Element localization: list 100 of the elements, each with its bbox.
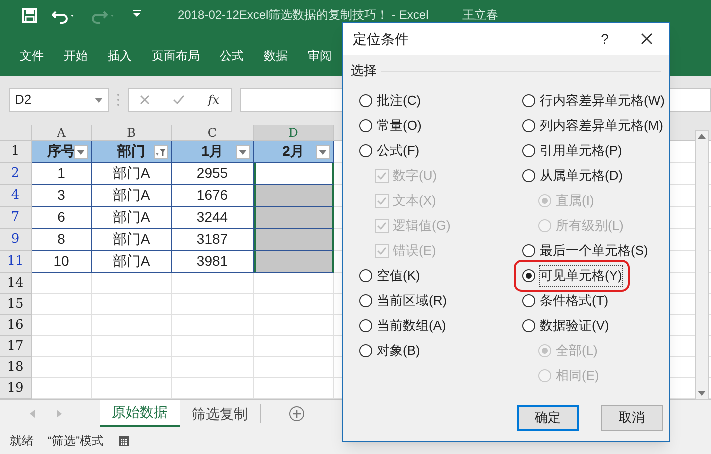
empty-cell[interactable] [254, 273, 334, 294]
radio-button[interactable] [359, 144, 373, 158]
scroll-up-icon[interactable] [698, 134, 706, 139]
vertical-scrollbar[interactable] [695, 130, 709, 400]
save-icon[interactable] [22, 8, 38, 24]
column-header[interactable]: B [92, 125, 172, 140]
scroll-down-icon[interactable] [698, 391, 706, 396]
option-label[interactable]: 公式(F) [377, 141, 420, 161]
previous-sheet-icon[interactable] [30, 410, 35, 418]
empty-cell[interactable] [92, 315, 172, 336]
macro-recording-icon[interactable] [118, 435, 130, 447]
column-header[interactable]: A [32, 125, 92, 140]
empty-cell[interactable] [254, 294, 334, 315]
ribbon-tab[interactable]: 文件 [20, 47, 44, 65]
radio-button[interactable] [522, 94, 536, 108]
ribbon-tab[interactable]: 数据 [264, 47, 288, 65]
empty-cell[interactable] [172, 357, 254, 378]
ribbon-tab[interactable]: 审阅 [308, 47, 332, 65]
dialog-button[interactable]: 确定 [517, 405, 579, 431]
row-header[interactable]: 7 [0, 207, 32, 229]
option-label[interactable]: 对象(B) [377, 341, 420, 361]
row-header[interactable]: 9 [0, 229, 32, 251]
radio-button[interactable] [522, 144, 536, 158]
option-label[interactable]: 批注(C) [377, 91, 422, 111]
row-header[interactable]: 16 [0, 315, 32, 336]
option-label[interactable]: 引用单元格(P) [540, 141, 622, 161]
empty-cell[interactable] [172, 294, 254, 315]
row-header[interactable]: 1 [0, 141, 32, 163]
row-header[interactable]: 19 [0, 378, 32, 399]
drag-handle-icon[interactable] [117, 93, 120, 107]
empty-cell[interactable] [254, 315, 334, 336]
cancel-icon[interactable] [140, 95, 150, 105]
empty-cell[interactable] [254, 336, 334, 357]
header-label: 部门 [118, 142, 146, 161]
filter-button[interactable] [74, 145, 88, 159]
row-header[interactable]: 18 [0, 357, 32, 378]
row-header[interactable]: 11 [0, 251, 32, 273]
empty-cell[interactable] [92, 336, 172, 357]
radio-button[interactable] [522, 269, 536, 283]
name-box[interactable]: D2 [9, 88, 109, 112]
radio-button[interactable] [359, 119, 373, 133]
ribbon-tab[interactable]: 页面布局 [152, 47, 200, 65]
radio-button[interactable] [522, 169, 536, 183]
row-header[interactable]: 2 [0, 163, 32, 185]
row-header[interactable]: 15 [0, 294, 32, 315]
ribbon-tab[interactable]: 插入 [108, 47, 132, 65]
next-sheet-icon[interactable] [57, 410, 62, 418]
sheet-tab[interactable]: 筛选复制 [180, 404, 261, 423]
close-icon[interactable] [641, 33, 653, 45]
option-label[interactable]: 条件格式(T) [540, 291, 609, 311]
radio-button[interactable] [359, 294, 373, 308]
check-icon[interactable] [173, 95, 186, 105]
empty-cell[interactable] [92, 357, 172, 378]
empty-cell[interactable] [172, 315, 254, 336]
option-label[interactable]: 当前区域(R) [377, 291, 448, 311]
empty-cell[interactable] [92, 273, 172, 294]
empty-cell[interactable] [172, 336, 254, 357]
option-label[interactable]: 当前数组(A) [377, 316, 446, 336]
dialog-button[interactable]: 取消 [601, 405, 663, 431]
option-label[interactable]: 从属单元格(D) [540, 166, 624, 186]
filter-button[interactable] [236, 145, 250, 159]
status-text: “筛选”模式 [48, 433, 104, 450]
row-header[interactable]: 17 [0, 336, 32, 357]
insert-function-button[interactable]: fx [208, 91, 220, 109]
empty-cell[interactable] [172, 273, 254, 294]
option-label[interactable]: 列内容差异单元格(M) [540, 116, 664, 136]
filter-button[interactable] [316, 145, 330, 159]
radio-button[interactable] [359, 319, 373, 333]
table-cell: 部门A [92, 251, 172, 273]
header-label: 序号 [48, 142, 76, 161]
row-header[interactable]: 14 [0, 273, 32, 294]
dialog-title: 定位条件 [353, 30, 410, 48]
option-label[interactable]: 可见单元格(Y) [540, 266, 622, 286]
radio-button[interactable] [359, 344, 373, 358]
customize-caret-icon[interactable] [132, 8, 142, 18]
ribbon-tab[interactable]: 开始 [64, 47, 88, 65]
header-label: 2月 [282, 142, 304, 161]
user-name: 王立春 [462, 8, 499, 22]
radio-button[interactable] [359, 94, 373, 108]
empty-cell[interactable] [92, 294, 172, 315]
table-cell: 3 [32, 185, 92, 207]
radio-button[interactable] [522, 119, 536, 133]
sheet-tab[interactable]: 原始数据 [100, 400, 180, 427]
option-label[interactable]: 行内容差异单元格(W) [540, 91, 665, 111]
option-label[interactable]: 数据验证(V) [540, 316, 610, 336]
empty-cell[interactable] [254, 357, 334, 378]
option-label[interactable]: 最后一个单元格(S) [540, 241, 648, 261]
dropdown-caret-icon[interactable] [95, 98, 103, 102]
radio-button[interactable] [522, 244, 536, 258]
option-label[interactable]: 常量(O) [377, 116, 422, 136]
filter-button[interactable] [154, 145, 168, 159]
add-sheet-icon[interactable] [289, 406, 305, 422]
radio-button[interactable] [522, 294, 536, 308]
radio-button[interactable] [522, 319, 536, 333]
help-button[interactable]: ? [595, 28, 615, 50]
row-header[interactable]: 4 [0, 185, 32, 207]
option-label[interactable]: 空值(K) [377, 266, 420, 286]
column-header[interactable]: D [254, 125, 334, 140]
ribbon-tab[interactable]: 公式 [220, 47, 244, 65]
radio-button[interactable] [359, 269, 373, 283]
